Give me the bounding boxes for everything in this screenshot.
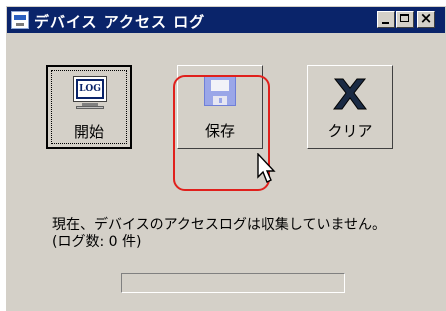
title-bar[interactable]: デバイス アクセス ログ × bbox=[7, 7, 445, 33]
progress-bar bbox=[121, 273, 345, 293]
monitor-icon: LOG bbox=[73, 76, 107, 102]
close-icon: × bbox=[419, 9, 433, 27]
clear-button[interactable]: クリア bbox=[307, 65, 393, 149]
maximize-button[interactable] bbox=[396, 11, 414, 28]
monitor-screen-text: LOG bbox=[78, 81, 102, 97]
status-text: 現在、デバイスのアクセスログは収集していません。 (ログ数: 0 件) bbox=[52, 217, 386, 251]
close-button[interactable]: × bbox=[417, 9, 435, 28]
mouse-cursor-icon bbox=[257, 153, 276, 183]
maximize-icon bbox=[400, 14, 409, 22]
x-icon bbox=[333, 78, 367, 110]
minimize-icon bbox=[382, 22, 389, 24]
minimize-button[interactable] bbox=[377, 11, 395, 28]
app-window: デバイス アクセス ログ × LOG 開始 保存 クリア 現在、デバイスのアクセ… bbox=[6, 6, 446, 311]
status-line-1: 現在、デバイスのアクセスログは収集していません。 bbox=[52, 217, 387, 233]
start-button-label: 開始 bbox=[73, 123, 104, 141]
log-icon[interactable] bbox=[11, 11, 29, 29]
highlight-annotation bbox=[173, 75, 270, 191]
start-button[interactable]: LOG 開始 bbox=[46, 65, 132, 149]
monitor-base bbox=[76, 106, 104, 109]
window-title: デバイス アクセス ログ bbox=[34, 13, 206, 31]
clear-button-label: クリア bbox=[327, 122, 373, 140]
status-line-2: (ログ数: 0 件) bbox=[52, 234, 142, 250]
